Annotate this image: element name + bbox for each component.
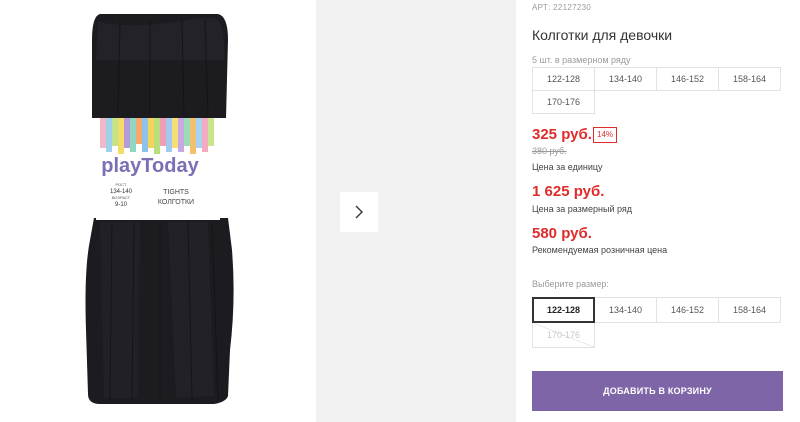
add-to-cart-button[interactable]: ДОБАВИТЬ В КОРЗИНУ (532, 371, 783, 411)
row-price-label: Цена за размерный ряд (532, 204, 633, 214)
discount-badge: 14% (593, 127, 618, 143)
gallery-next-button[interactable] (340, 192, 378, 232)
product-image[interactable]: playToday РОСТ 134-140 ВОЗРАСТ 9-10 TIGH… (0, 0, 316, 422)
size-option-146-152[interactable]: 146-152 (656, 297, 719, 323)
pack-size-list: 122-128 134-140 146-152 158-164 170-176 (532, 67, 781, 114)
pack-size-item: 146-152 (656, 67, 719, 91)
pack-size-item: 122-128 (532, 67, 595, 91)
pack-size-item: 134-140 (594, 67, 657, 91)
unit-price-label: Цена за единицу (532, 162, 603, 172)
size-option-134-140[interactable]: 134-140 (594, 297, 657, 323)
product-info: АРТ: 22127230 Колготки для девочки 5 шт.… (532, 0, 800, 422)
chevron-right-icon (355, 205, 363, 219)
pack-note: 5 шт. в размерном ряду (532, 55, 631, 65)
size-option-122-128[interactable]: 122-128 (532, 297, 595, 323)
svg-text:КОЛГОТКИ: КОЛГОТКИ (158, 199, 194, 206)
product-page: playToday РОСТ 134-140 ВОЗРАСТ 9-10 TIGH… (0, 0, 800, 422)
pack-size-item: 170-176 (532, 90, 595, 114)
svg-text:playToday: playToday (101, 155, 199, 177)
svg-text:ВОЗРАСТ: ВОЗРАСТ (112, 195, 131, 200)
row-price: 1 625 руб. (532, 183, 605, 200)
rrp-price-label: Рекомендуемая розничная цена (532, 245, 668, 255)
svg-text:TIGHTS: TIGHTS (163, 189, 189, 196)
old-price: 380 руб. (532, 146, 567, 156)
pack-size-item: 158-164 (718, 67, 781, 91)
tights-illustration: playToday РОСТ 134-140 ВОЗРАСТ 9-10 TIGH… (85, 14, 234, 404)
product-sku: АРТ: 22127230 (532, 3, 592, 12)
size-option-158-164[interactable]: 158-164 (718, 297, 781, 323)
rrp-price: 580 руб. (532, 225, 592, 242)
product-title: Колготки для девочки (532, 27, 673, 43)
svg-text:РОСТ: РОСТ (116, 182, 127, 187)
size-option-170-176: 170-176 (532, 322, 595, 348)
size-selector: 122-128 134-140 146-152 158-164 170-176 (532, 297, 781, 348)
unit-price: 325 руб. (532, 126, 592, 143)
size-select-label: Выберите размер: (532, 279, 609, 289)
svg-text:9-10: 9-10 (115, 202, 128, 208)
